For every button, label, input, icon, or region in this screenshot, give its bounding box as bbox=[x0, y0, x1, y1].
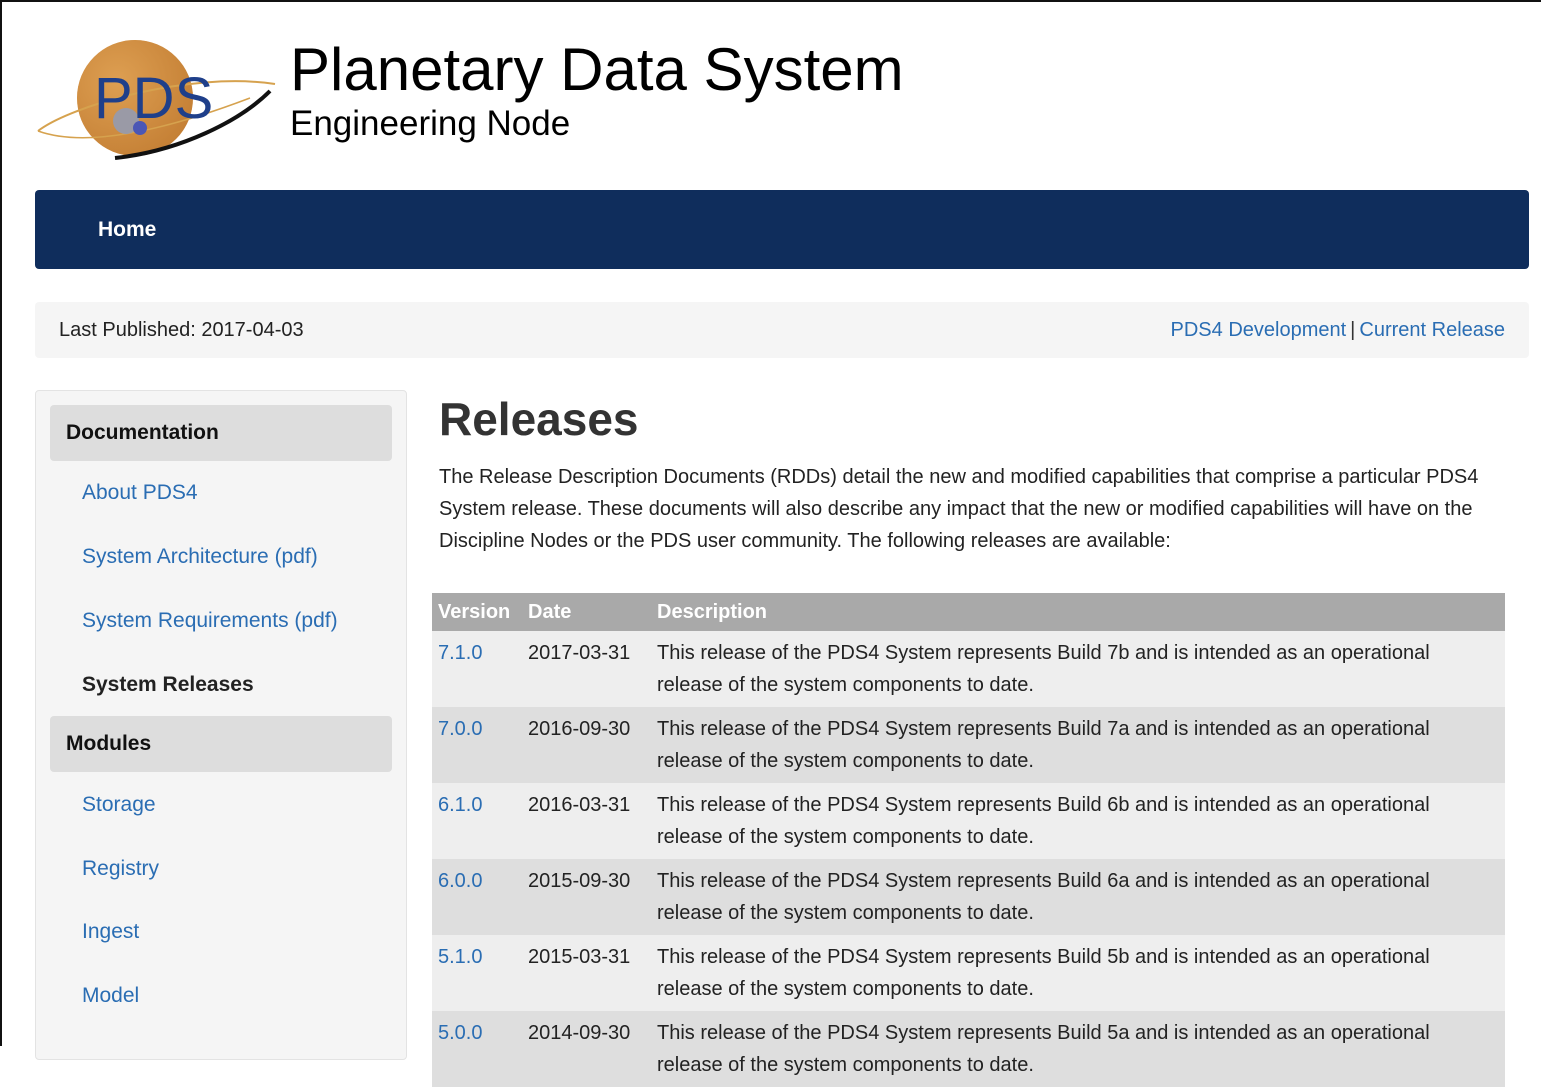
column-header-description: Description bbox=[651, 593, 1505, 631]
sidebar-item-model[interactable]: Model bbox=[82, 984, 139, 1008]
release-description: This release of the PDS4 System represen… bbox=[651, 935, 1505, 1011]
current-release-link[interactable]: Current Release bbox=[1359, 319, 1505, 341]
release-date: 2016-03-31 bbox=[522, 783, 651, 859]
sidebar-item-ingest[interactable]: Ingest bbox=[82, 920, 139, 944]
release-links: PDS4 Development | Current Release bbox=[1171, 319, 1505, 342]
sidebar-item-system-requirements[interactable]: System Requirements (pdf) bbox=[82, 609, 338, 633]
sidebar-item-storage[interactable]: Storage bbox=[82, 793, 156, 817]
table-row: 6.1.0 2016-03-31 This release of the PDS… bbox=[432, 783, 1505, 859]
release-description: This release of the PDS4 System represen… bbox=[651, 783, 1505, 859]
sidebar: Documentation About PDS4 System Architec… bbox=[35, 390, 407, 1060]
version-link[interactable]: 7.1.0 bbox=[438, 642, 482, 664]
table-row: 6.0.0 2015-09-30 This release of the PDS… bbox=[432, 859, 1505, 935]
sidebar-header-documentation: Documentation bbox=[50, 405, 392, 461]
logo-text: PDS bbox=[94, 66, 213, 131]
release-date: 2015-09-30 bbox=[522, 859, 651, 935]
release-description: This release of the PDS4 System represen… bbox=[651, 631, 1505, 707]
table-row: 5.0.0 2014-09-30 This release of the PDS… bbox=[432, 1011, 1505, 1087]
release-description: This release of the PDS4 System represen… bbox=[651, 1011, 1505, 1087]
table-row: 5.1.0 2015-03-31 This release of the PDS… bbox=[432, 935, 1505, 1011]
release-date: 2015-03-31 bbox=[522, 935, 651, 1011]
site-subtitle: Engineering Node bbox=[290, 104, 571, 143]
sidebar-item-system-architecture[interactable]: System Architecture (pdf) bbox=[82, 545, 318, 569]
link-separator: | bbox=[1350, 319, 1356, 341]
last-published-text: Last Published: 2017-04-03 bbox=[59, 319, 304, 341]
sidebar-header-label: Documentation bbox=[66, 421, 219, 444]
version-link[interactable]: 7.0.0 bbox=[438, 718, 482, 740]
main-navbar: Home bbox=[35, 190, 1529, 269]
nav-home-link[interactable]: Home bbox=[98, 218, 156, 242]
sidebar-header-label: Modules bbox=[66, 732, 152, 755]
release-date: 2014-09-30 bbox=[522, 1011, 651, 1087]
table-header-row: Version Date Description bbox=[432, 593, 1505, 631]
release-description: This release of the PDS4 System represen… bbox=[651, 859, 1505, 935]
version-link[interactable]: 5.1.0 bbox=[438, 946, 482, 968]
table-row: 7.0.0 2016-09-30 This release of the PDS… bbox=[432, 707, 1505, 783]
version-link[interactable]: 6.1.0 bbox=[438, 794, 482, 816]
release-date: 2017-03-31 bbox=[522, 631, 651, 707]
column-header-version: Version bbox=[432, 593, 522, 631]
release-description: This release of the PDS4 System represen… bbox=[651, 707, 1505, 783]
version-link[interactable]: 5.0.0 bbox=[438, 1022, 482, 1044]
sidebar-item-system-releases: System Releases bbox=[82, 673, 254, 696]
table-row: 7.1.0 2017-03-31 This release of the PDS… bbox=[432, 631, 1505, 707]
sidebar-item-registry[interactable]: Registry bbox=[82, 857, 159, 881]
intro-paragraph: The Release Description Documents (RDDs)… bbox=[439, 466, 1479, 552]
pds-logo: PDS bbox=[37, 40, 276, 160]
page-title: Releases bbox=[439, 393, 639, 445]
version-link[interactable]: 6.0.0 bbox=[438, 870, 482, 892]
column-header-date: Date bbox=[522, 593, 651, 631]
pds4-development-link[interactable]: PDS4 Development bbox=[1171, 319, 1347, 341]
release-date: 2016-09-30 bbox=[522, 707, 651, 783]
sidebar-item-about-pds4[interactable]: About PDS4 bbox=[82, 481, 198, 505]
site-title: Planetary Data System bbox=[290, 36, 904, 103]
sidebar-header-modules: Modules bbox=[50, 716, 392, 772]
releases-table: Version Date Description 7.1.0 2017-03-3… bbox=[432, 593, 1505, 1087]
publish-bar: Last Published: 2017-04-03 PDS4 Developm… bbox=[35, 302, 1529, 358]
